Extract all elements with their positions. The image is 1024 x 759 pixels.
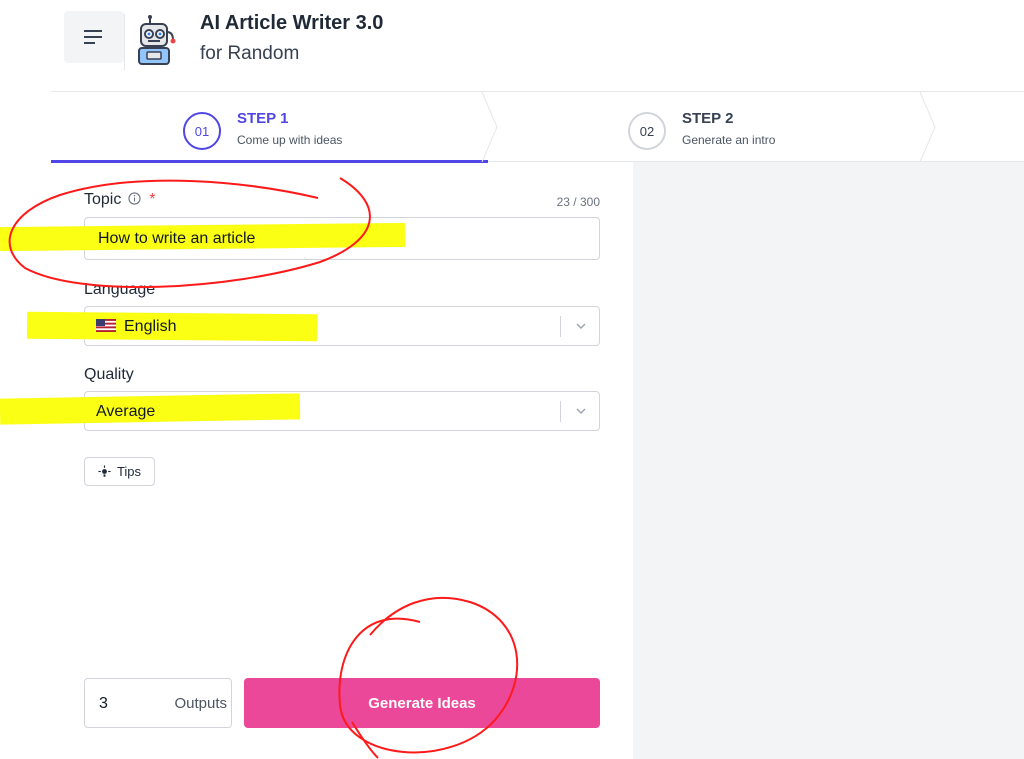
topic-char-count: 23 / 300	[556, 195, 600, 209]
tips-button[interactable]: Tips	[84, 457, 155, 486]
generate-ideas-label: Generate Ideas	[368, 694, 476, 712]
chevron-down-icon	[576, 323, 586, 329]
step-1-description: Come up with ideas	[237, 133, 343, 147]
select-divider	[560, 316, 561, 337]
quality-label: Quality	[84, 366, 134, 383]
app-title: AI Article Writer 3.0	[200, 12, 384, 34]
annotation-circle-generate	[338, 596, 519, 754]
tips-label: Tips	[116, 464, 142, 479]
lightbulb-icon	[98, 465, 111, 477]
chevron-down-icon	[576, 408, 586, 414]
app-subtitle: for Random	[200, 43, 300, 64]
step-1-number: 01	[183, 112, 221, 150]
info-icon[interactable]	[128, 192, 141, 205]
quality-select-value: Average	[96, 403, 156, 420]
required-mark: *	[149, 191, 156, 208]
topic-label: Topic *	[84, 191, 156, 209]
step-separator-chevron	[919, 92, 936, 162]
step-2-description: Generate an intro	[682, 133, 776, 147]
step-2-title: STEP 2	[682, 110, 734, 127]
select-divider	[560, 401, 561, 422]
header-divider	[124, 14, 125, 70]
outputs-value: 3	[99, 695, 108, 712]
outputs-input[interactable]: 3 Outputs	[84, 678, 232, 728]
generate-ideas-button[interactable]: Generate Ideas	[244, 678, 600, 728]
step-2-tab[interactable]: 02 STEP 2 Generate an intro	[488, 92, 925, 162]
active-step-underline	[51, 160, 488, 163]
steps-bar: 01 STEP 1 Come up with ideas 02 STEP 2 G…	[51, 91, 1024, 163]
us-flag-icon	[96, 319, 116, 332]
robot-icon	[138, 15, 176, 65]
step-2-number: 02	[628, 112, 666, 150]
topic-label-text: Topic	[84, 191, 122, 208]
language-label: Language	[84, 281, 156, 298]
step-1-tab[interactable]: 01 STEP 1 Come up with ideas	[51, 92, 488, 163]
output-panel	[633, 162, 1024, 759]
menu-button[interactable]	[64, 11, 124, 63]
step-1-title: STEP 1	[237, 110, 289, 127]
outputs-label: Outputs	[174, 695, 227, 712]
language-select-value: English	[124, 318, 177, 335]
menu-icon	[84, 30, 102, 44]
topic-input-value: How to write an article	[98, 230, 256, 247]
